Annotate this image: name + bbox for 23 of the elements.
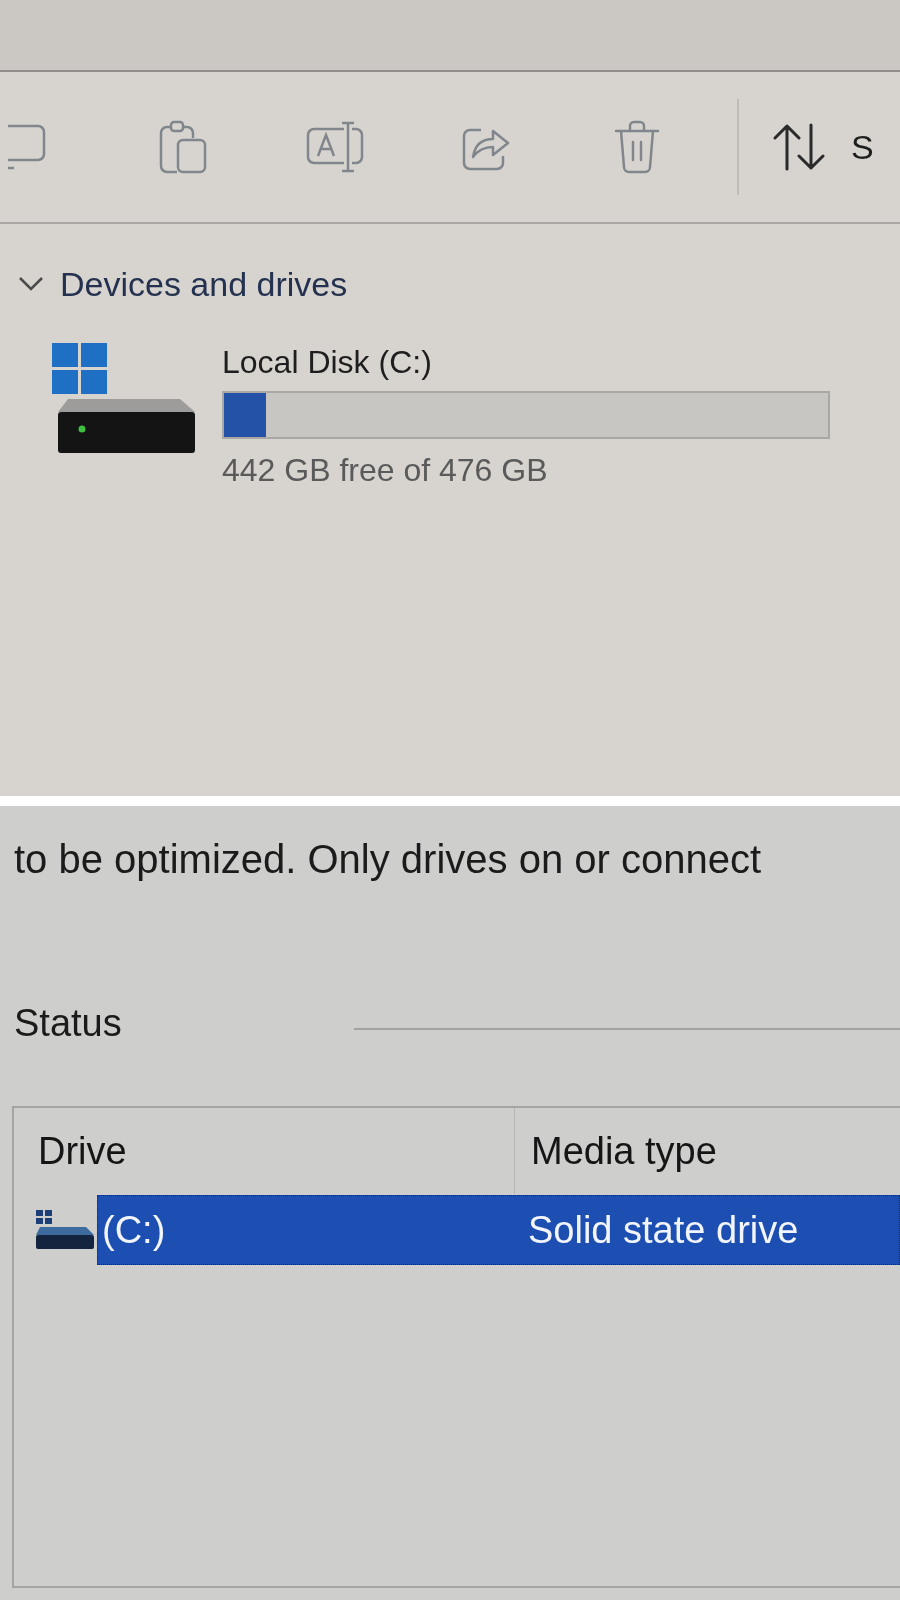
drive-name: Local Disk (C:) bbox=[222, 343, 433, 381]
column-header[interactable]: Drive bbox=[14, 1108, 515, 1194]
chevron-down-icon[interactable] bbox=[18, 276, 44, 292]
group-label: Status bbox=[14, 1001, 122, 1046]
rename-button[interactable] bbox=[305, 121, 364, 173]
trash-icon bbox=[613, 120, 660, 174]
drive-icon bbox=[52, 343, 197, 455]
table-cell-text: Solid state drive bbox=[527, 1208, 799, 1253]
free-space-text: 442 GB free of 476 GB bbox=[222, 451, 549, 489]
rename-icon bbox=[305, 121, 364, 173]
sort-arrows-icon bbox=[773, 123, 825, 171]
copy-button[interactable] bbox=[8, 122, 48, 172]
delete-button[interactable] bbox=[613, 120, 660, 174]
copy-icon bbox=[8, 122, 48, 172]
paste-button[interactable] bbox=[158, 120, 209, 174]
table-cell-text: (C:) bbox=[101, 1208, 167, 1253]
drive-icon bbox=[36, 1210, 94, 1250]
sort-button[interactable]: S bbox=[773, 123, 874, 171]
section-header[interactable]: Devices and drives bbox=[60, 264, 348, 304]
column-header[interactable]: Media type bbox=[515, 1108, 900, 1194]
paste-icon bbox=[158, 120, 209, 174]
drive-row[interactable]: (C:) Solid state drive bbox=[97, 1195, 900, 1265]
description-text: to be optimized. Only drives on or connect bbox=[13, 836, 763, 883]
